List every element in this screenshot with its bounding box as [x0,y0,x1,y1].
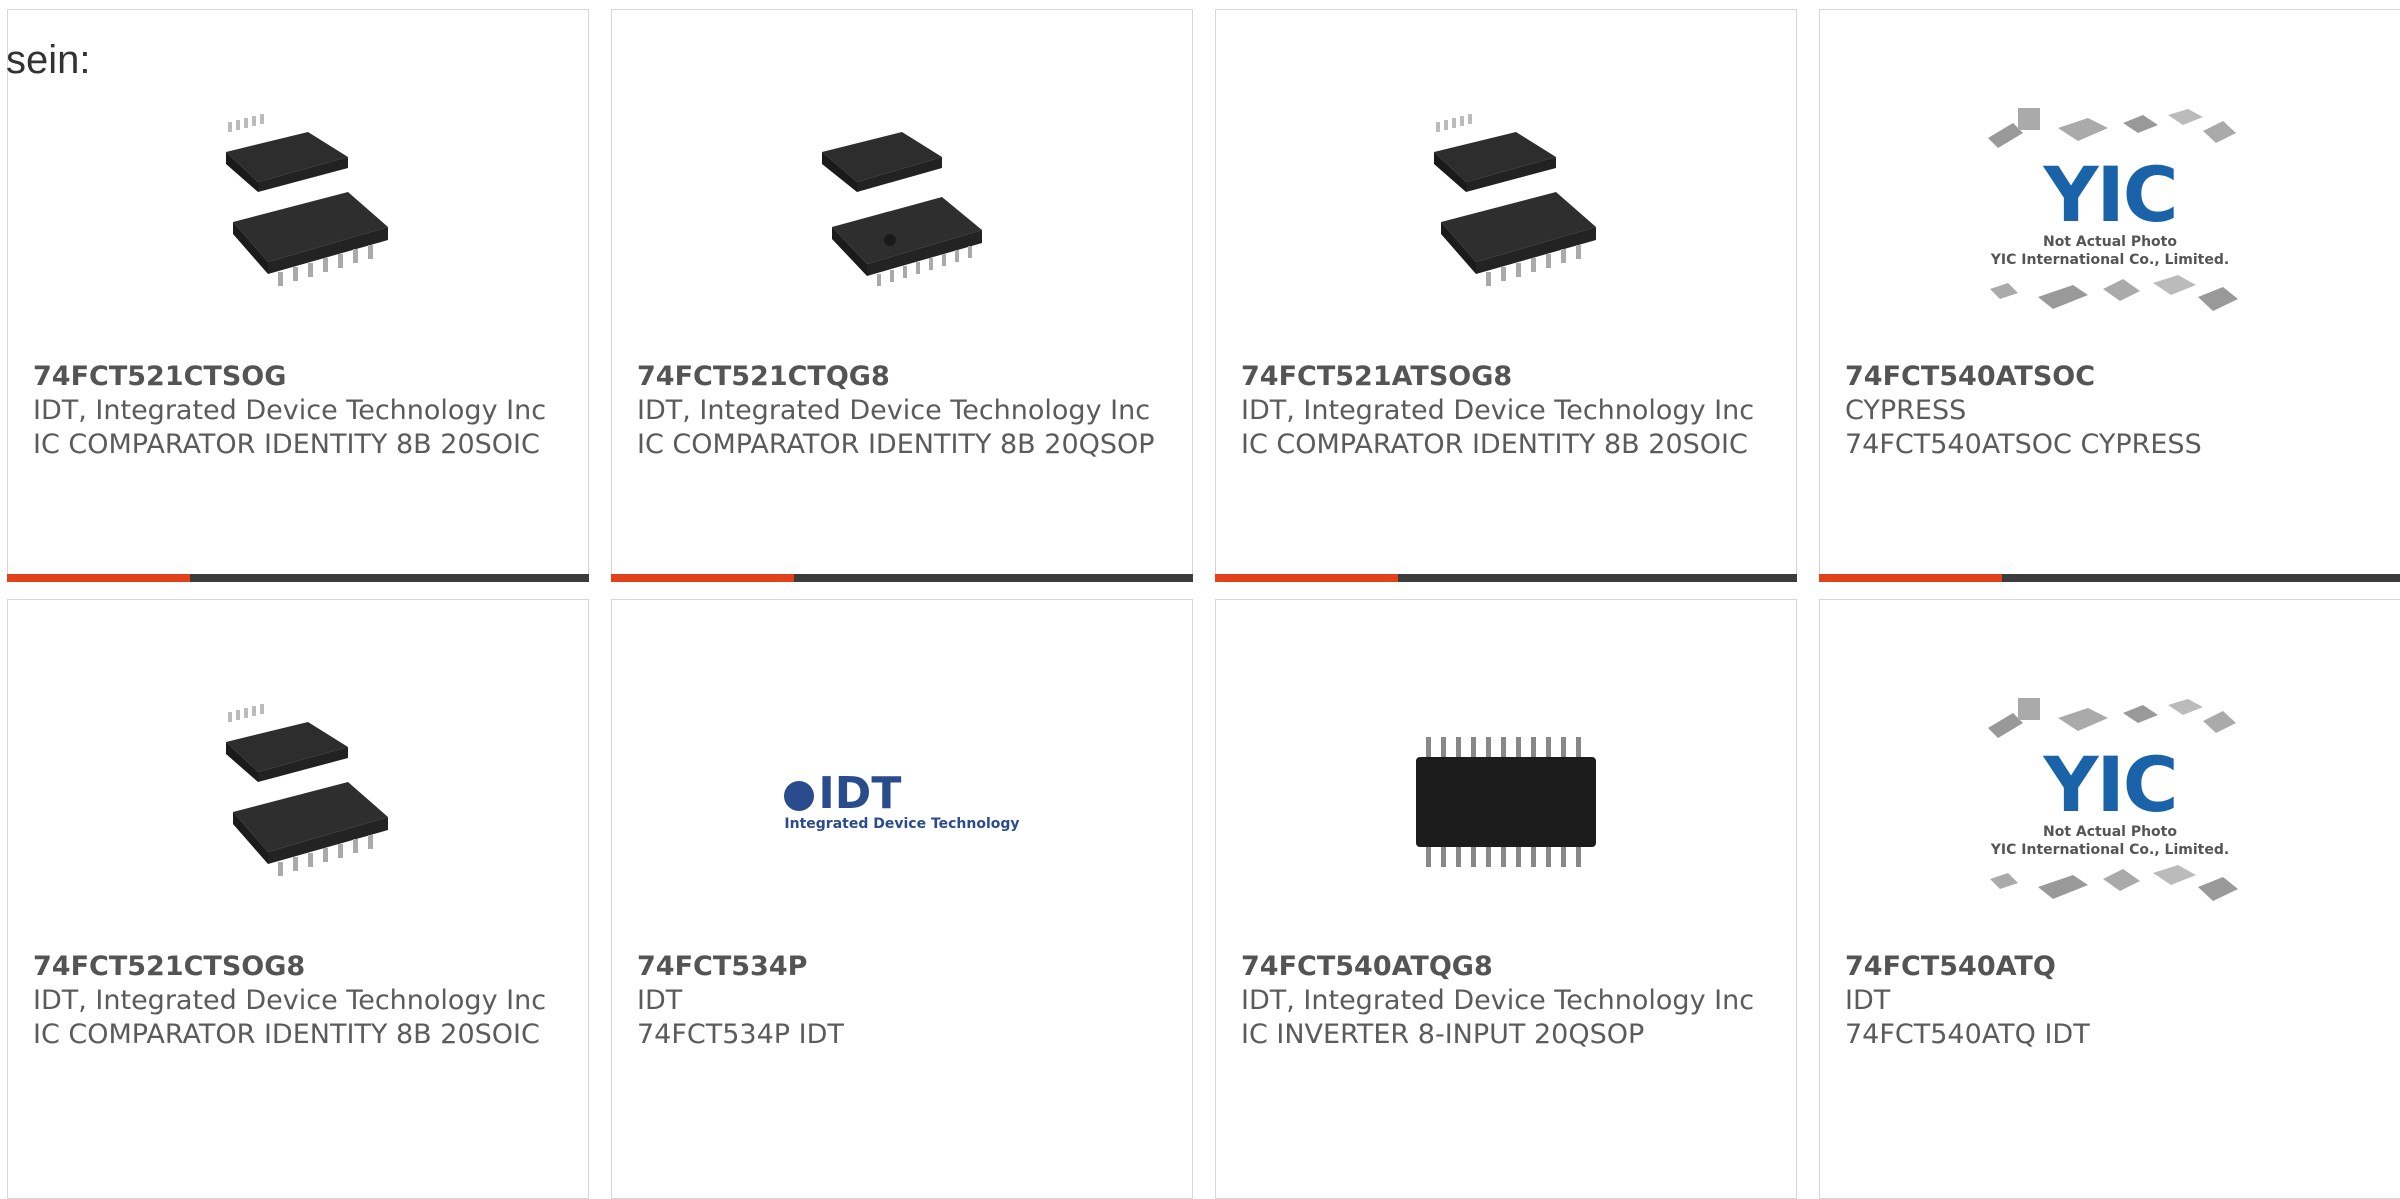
part-number[interactable]: 74FCT540ATQ [1845,950,2380,984]
yic-placeholder: YIC Not Actual Photo YIC International C… [1978,693,2242,911]
description: IC COMPARATOR IDENTITY 8B 20SOIC [33,429,540,460]
manufacturer: IDT, Integrated Device Technology Inc [1241,395,1755,426]
product-image[interactable]: IDT Integrated Device Technology [770,670,1034,934]
product-grid: 74FCT521CTSOG IDT, Integrated Device Tec… [0,0,2400,1199]
product-image[interactable]: YIC Not Actual Photo YIC International C… [1978,80,2242,344]
manufacturer: IDT, Integrated Device Technology Inc [637,395,1151,426]
product-image[interactable] [1374,80,1638,344]
yic-logo: YIC [2043,740,2178,829]
description: IC COMPARATOR IDENTITY 8B 20QSOP [637,429,1155,460]
card-accent-bar [1215,574,1797,582]
product-card[interactable]: YIC Not Actual Photo YIC International C… [1819,9,2400,582]
soic-chip-pair-icon [1434,114,1596,286]
yic-placeholder: YIC Not Actual Photo YIC International C… [1978,103,2242,321]
manufacturer: IDT, Integrated Device Technology Inc [1241,985,1755,1016]
product-image[interactable] [1374,670,1638,934]
manufacturer: IDT [637,985,683,1016]
product-image[interactable] [770,80,1034,344]
chip-thumbnails-icon [1988,108,2236,148]
card-accent-bar [7,574,589,582]
placeholder-caption: YIC International Co., Limited. [1990,252,2230,268]
manufacturer: IDT, Integrated Device Technology Inc [33,395,547,426]
chip-thumbnails-icon [1988,698,2236,738]
product-card[interactable]: 74FCT521ATSOG8 IDT, Integrated Device Te… [1215,9,1797,582]
description: 74FCT540ATSOC CYPRESS [1845,429,2202,460]
idt-logo: IDT Integrated Device Technology [784,772,1020,832]
idt-logo-text: IDT [818,768,902,819]
card-accent-bar [1819,574,2400,582]
product-card[interactable]: 74FCT521CTSOG IDT, Integrated Device Tec… [7,9,589,582]
part-number[interactable]: 74FCT521CTSOG8 [33,950,568,984]
part-number[interactable]: 74FCT521CTSOG [33,360,568,394]
product-image[interactable]: YIC Not Actual Photo YIC International C… [1978,670,2242,934]
soic-chip-pair-icon [226,114,388,286]
part-number[interactable]: 74FCT521ATSOG8 [1241,360,1776,394]
qsop-chip-pair-icon [822,132,982,286]
card-accent-bar [611,574,1193,582]
part-number[interactable]: 74FCT534P [637,950,1172,984]
description: 74FCT540ATQ IDT [1845,1019,2090,1050]
soic-chip-pair-icon [226,704,388,876]
placeholder-caption: Not Actual Photo [2043,234,2177,250]
description: IC COMPARATOR IDENTITY 8B 20SOIC [1241,429,1748,460]
product-card[interactable]: YIC Not Actual Photo YIC International C… [1819,599,2400,1199]
placeholder-caption: YIC International Co., Limited. [1990,842,2230,858]
product-card[interactable]: IDT Integrated Device Technology 74FCT53… [611,599,1193,1199]
yic-logo: YIC [2043,150,2178,239]
placeholder-caption: Not Actual Photo [2043,824,2177,840]
chip-thumbnails-icon [1990,865,2238,901]
chip-thumbnails-icon [1990,275,2238,311]
manufacturer: CYPRESS [1845,395,1967,426]
qsop-chip-photo-icon [1416,737,1596,867]
product-image[interactable] [166,80,430,344]
lead-text: sein: [6,38,91,82]
part-number[interactable]: 74FCT540ATQG8 [1241,950,1776,984]
product-card[interactable]: 74FCT521CTQG8 IDT, Integrated Device Tec… [611,9,1193,582]
manufacturer: IDT, Integrated Device Technology Inc [33,985,547,1016]
idt-logo-subtitle: Integrated Device Technology [784,816,1020,832]
product-image[interactable] [166,670,430,934]
part-number[interactable]: 74FCT521CTQG8 [637,360,1172,394]
manufacturer: IDT [1845,985,1891,1016]
product-card[interactable]: 74FCT521CTSOG8 IDT, Integrated Device Te… [7,599,589,1199]
product-card[interactable]: 74FCT540ATQG8 IDT, Integrated Device Tec… [1215,599,1797,1199]
description: IC COMPARATOR IDENTITY 8B 20SOIC [33,1019,540,1050]
description: 74FCT534P IDT [637,1019,844,1050]
description: IC INVERTER 8-INPUT 20QSOP [1241,1019,1645,1050]
part-number[interactable]: 74FCT540ATSOC [1845,360,2380,394]
